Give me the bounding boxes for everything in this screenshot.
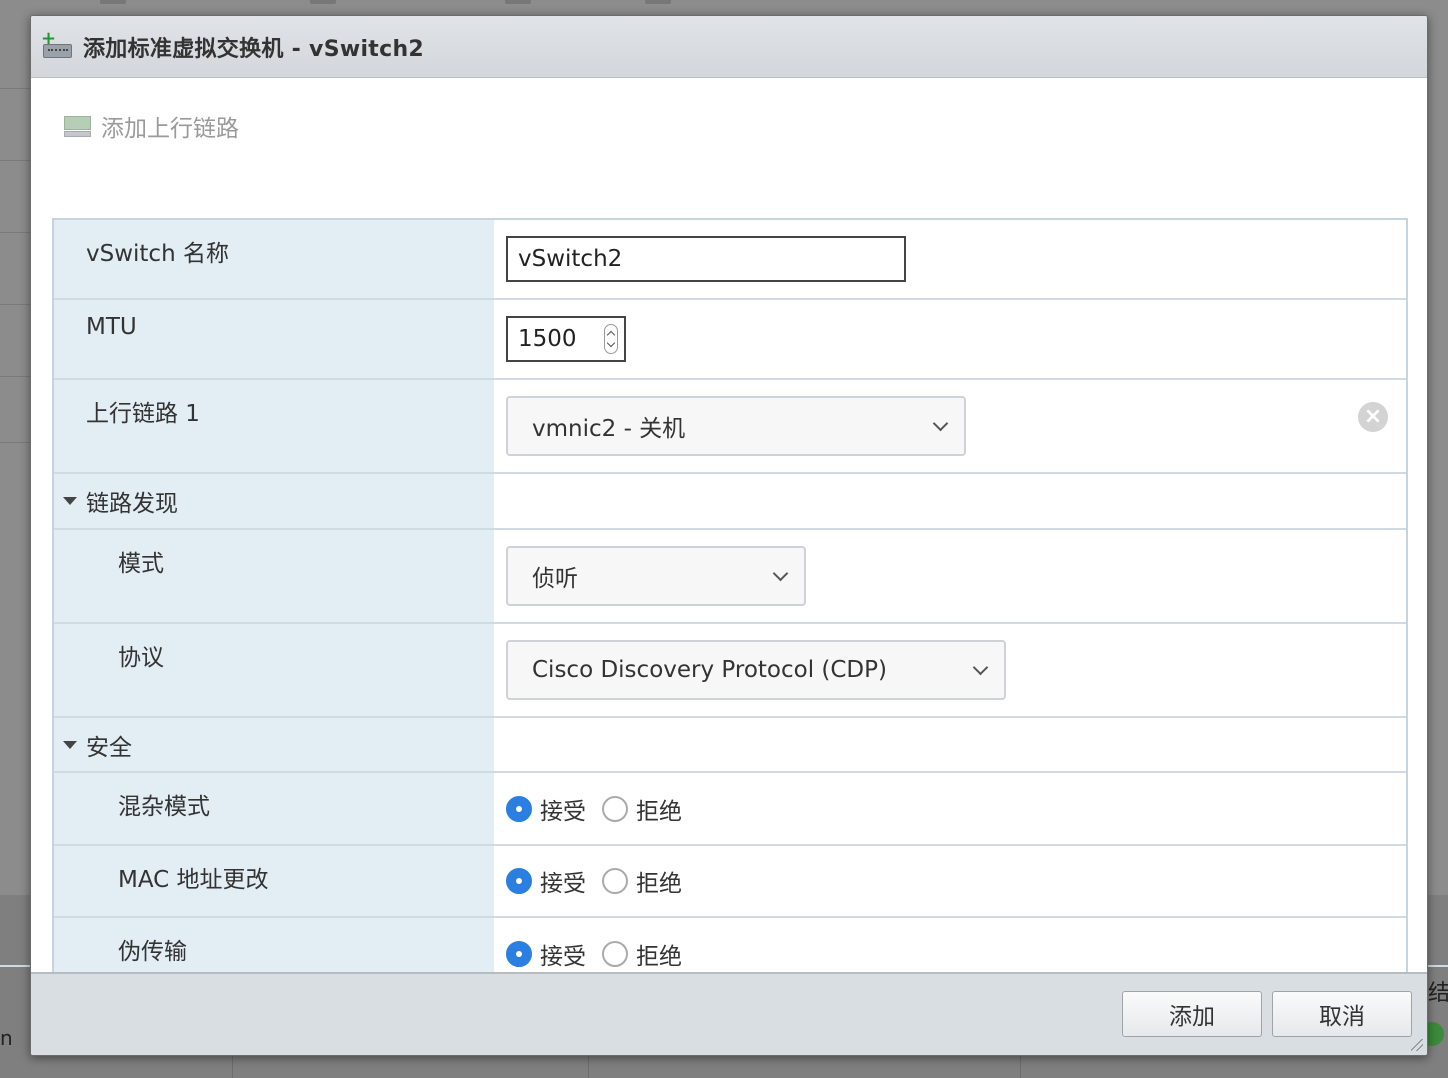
mode-select[interactable]: 侦听 — [506, 546, 806, 606]
security-section-label: 安全 — [86, 734, 132, 761]
form-row-vswitch-name: vSwitch 名称 — [54, 220, 1406, 300]
chevron-down-icon — [772, 565, 789, 582]
accept-label[interactable]: 接受 — [540, 864, 586, 898]
form-row-promiscuous-mode: 混杂模式 接受 拒绝 — [54, 773, 1406, 846]
uplink1-select[interactable]: vmnic2 - 关机 — [506, 396, 966, 456]
form-row-mtu: MTU 1500 — [54, 300, 1406, 380]
add-vswitch-dialog: + 添加标准虚拟交换机 - vSwitch2 添加上行链路 vSwitch 名称… — [30, 15, 1428, 1056]
add-uplink-button[interactable]: 添加上行链路 — [63, 108, 239, 144]
form-row-uplink1: 上行链路 1 vmnic2 - 关机 × — [54, 380, 1406, 474]
mode-selected-value: 侦听 — [532, 566, 578, 592]
resize-grip-icon[interactable] — [1411, 1039, 1423, 1051]
dialog-body: 添加上行链路 vSwitch 名称 MTU 1500 — [31, 78, 1427, 992]
link-discovery-section-label: 链路发现 — [86, 491, 178, 517]
vswitch-name-label: vSwitch 名称 — [54, 220, 494, 298]
mtu-value: 1500 — [518, 326, 577, 352]
dialog-footer: 添加 取消 — [31, 972, 1427, 1055]
mac-changes-accept-radio[interactable] — [506, 868, 532, 894]
uplink-icon — [63, 112, 93, 140]
accept-label[interactable]: 接受 — [540, 792, 586, 826]
accept-label[interactable]: 接受 — [540, 937, 586, 971]
protocol-selected-value: Cisco Discovery Protocol (CDP) — [532, 657, 887, 683]
uplink1-label: 上行链路 1 — [54, 380, 494, 472]
form-row-mac-address-changes: MAC 地址更改 接受 拒绝 — [54, 846, 1406, 918]
reject-label[interactable]: 拒绝 — [636, 937, 682, 971]
reject-label[interactable]: 拒绝 — [636, 864, 682, 898]
vswitch-form: vSwitch 名称 MTU 1500 上行链路 1 — [52, 218, 1408, 992]
section-link-discovery[interactable]: 链路发现 — [54, 474, 1406, 530]
mode-label: 模式 — [54, 530, 494, 622]
promiscuous-mode-label: 混杂模式 — [54, 773, 494, 844]
background-column-header: 结果 — [1428, 981, 1448, 1006]
remove-uplink-icon[interactable]: × — [1358, 402, 1388, 432]
caret-down-icon — [63, 497, 77, 505]
reject-label[interactable]: 拒绝 — [636, 792, 682, 826]
promiscuous-mode-radio-group: 接受 拒绝 — [506, 792, 698, 826]
mtu-input[interactable]: 1500 — [506, 316, 626, 362]
form-row-mode: 模式 侦听 — [54, 530, 1406, 624]
promiscuous-reject-radio[interactable] — [602, 795, 628, 822]
protocol-label: 协议 — [54, 624, 494, 716]
promiscuous-accept-radio[interactable] — [506, 795, 532, 822]
add-uplink-label: 添加上行链路 — [101, 116, 239, 142]
dialog-title-bar[interactable]: + 添加标准虚拟交换机 - vSwitch2 — [31, 16, 1427, 78]
form-row-protocol: 协议 Cisco Discovery Protocol (CDP) — [54, 624, 1406, 718]
forged-transmits-radio-group: 接受 拒绝 — [506, 937, 698, 971]
add-switch-icon: + — [41, 29, 73, 62]
mac-changes-radio-group: 接受 拒绝 — [506, 864, 698, 898]
protocol-select[interactable]: Cisco Discovery Protocol (CDP) — [506, 640, 1006, 700]
chevron-down-icon — [972, 659, 989, 676]
uplink1-selected-value: vmnic2 - 关机 — [532, 416, 686, 442]
mtu-spinner-icon[interactable] — [604, 324, 618, 354]
mac-address-changes-label: MAC 地址更改 — [54, 846, 494, 916]
forged-transmits-accept-radio[interactable] — [506, 941, 532, 967]
vswitch-name-input[interactable] — [506, 236, 906, 282]
background-toolbar — [100, 0, 700, 6]
background-cell-text: n — [0, 1026, 13, 1050]
forged-transmits-reject-radio[interactable] — [602, 941, 628, 967]
mtu-label: MTU — [54, 300, 494, 378]
mac-changes-reject-radio[interactable] — [602, 868, 628, 894]
dialog-title: 添加标准虚拟交换机 - vSwitch2 — [83, 36, 425, 62]
cancel-button[interactable]: 取消 — [1272, 991, 1412, 1037]
add-button[interactable]: 添加 — [1122, 991, 1262, 1037]
caret-down-icon — [63, 740, 77, 749]
section-security[interactable]: 安全 — [54, 718, 1406, 773]
chevron-down-icon — [932, 415, 949, 432]
